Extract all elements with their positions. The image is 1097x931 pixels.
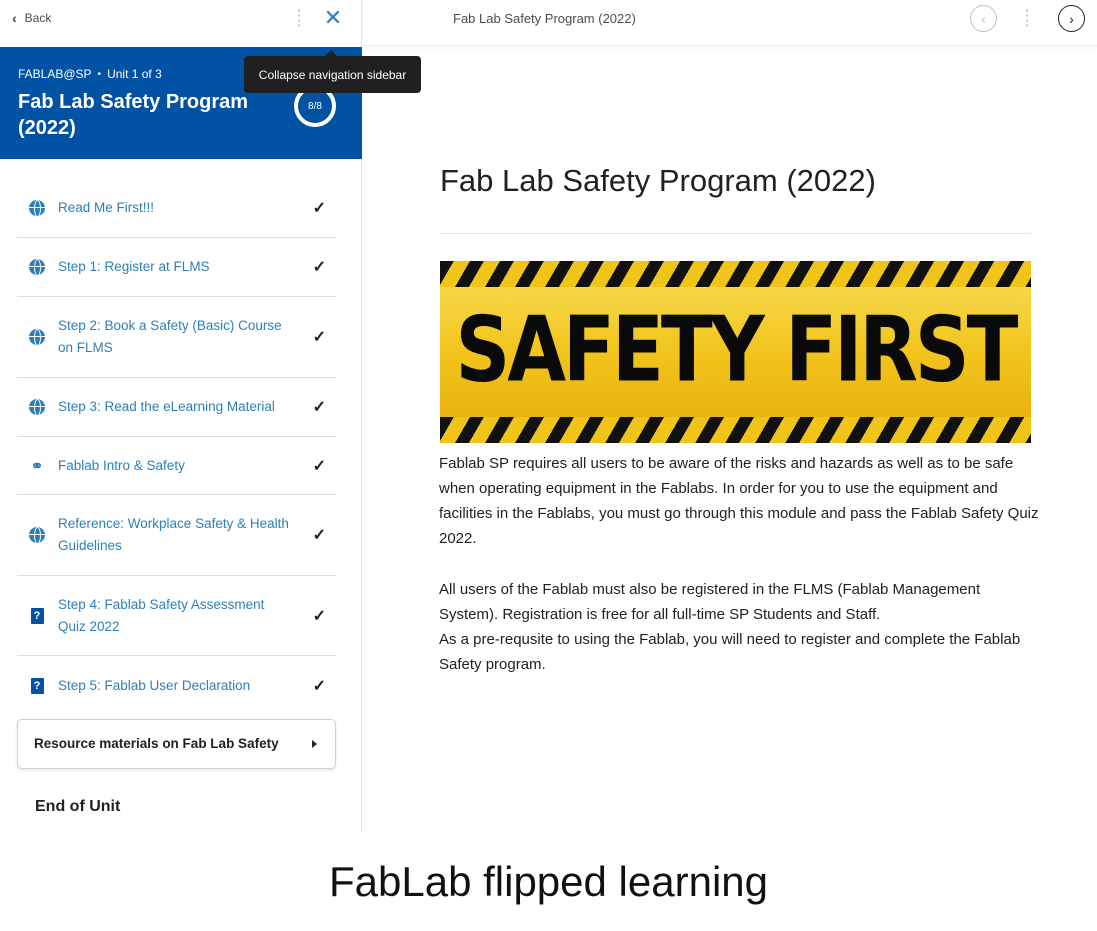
next-topic-button[interactable]: › (1058, 5, 1085, 32)
back-label: Back (24, 11, 52, 25)
title-divider (440, 233, 1031, 234)
toc-item-reference[interactable]: Reference: Workplace Safety & Health Gui… (17, 495, 336, 576)
checkmark-icon: ✓ (312, 259, 326, 276)
back-button[interactable]: ‹ Back (12, 10, 51, 26)
topbar-title: Fab Lab Safety Program (2022) (453, 11, 636, 26)
globe-icon (29, 399, 45, 415)
toc-item-step-3[interactable]: Step 3: Read the eLearning Material ✓ (17, 378, 336, 437)
hazard-stripe-top (440, 261, 1031, 287)
content-topbar: Fab Lab Safety Program (2022) ‹ › (363, 0, 1097, 46)
toc-item-step-4[interactable]: ? Step 4: Fablab Safety Assessment Quiz … (17, 576, 336, 656)
resource-section-button[interactable]: Resource materials on Fab Lab Safety (17, 719, 336, 769)
resource-section-label: Resource materials on Fab Lab Safety (34, 736, 279, 751)
intro-paragraph: Fablab SP requires all users to be aware… (439, 455, 1039, 547)
quiz-icon: ? (29, 678, 45, 694)
toc-item-label: Step 2: Book a Safety (Basic) Course on … (58, 318, 282, 355)
checkmark-icon: ✓ (312, 329, 326, 346)
navigation-sidebar: ‹ Back ✕ FABLAB@SP • Unit 1 of 3 Fab Lab… (0, 0, 362, 832)
collapse-sidebar-tooltip: Collapse navigation sidebar (244, 50, 421, 93)
checkmark-icon: ✓ (312, 457, 326, 475)
toc-item-label: Step 5: Fablab User Declaration (58, 678, 251, 693)
toc-item-label: Step 4: Fablab Safety Assessment Quiz 20… (58, 596, 265, 634)
registration-paragraph: All users of the Fablab must also be reg… (439, 581, 981, 623)
hazard-stripe-bottom (440, 417, 1031, 443)
toc-item-step-2[interactable]: Step 2: Book a Safety (Basic) Course on … (17, 297, 336, 378)
page-title: Fab Lab Safety Program (2022) (440, 163, 876, 198)
toc-item-label: Read Me First!!! (58, 200, 155, 215)
checkmark-icon: ✓ (312, 678, 326, 695)
end-of-unit-label: End of Unit (35, 798, 121, 815)
chevron-left-icon: ‹ (981, 10, 986, 27)
checkmark-icon: ✓ (312, 399, 326, 416)
toc-item-label: Fablab Intro & Safety (58, 457, 185, 473)
globe-icon (29, 329, 45, 345)
banner-text: SAFETY FIRST (455, 296, 1018, 402)
divider-dots (298, 8, 300, 28)
toc-item-intro-safety[interactable]: ⚭ Fablab Intro & Safety ✓ (17, 437, 336, 495)
sidebar-topbar: ‹ Back ✕ (0, 0, 362, 38)
toc-item-label: Reference: Workplace Safety & Health Gui… (58, 516, 289, 553)
quiz-icon: ? (29, 607, 45, 624)
globe-icon (29, 200, 45, 216)
unit-org: FABLAB@SP (18, 67, 92, 81)
checkmark-icon: ✓ (312, 200, 326, 217)
toc-item-label: Step 3: Read the eLearning Material (58, 399, 275, 414)
toc-item-step-1[interactable]: Step 1: Register at FLMS ✓ (17, 238, 336, 297)
prerequisite-paragraph: As a pre-requsite to using the Fablab, y… (439, 631, 1021, 673)
separator-dot: • (97, 68, 102, 80)
link-icon: ⚭ (30, 457, 44, 475)
unit-meta: FABLAB@SP • Unit 1 of 3 (18, 67, 162, 81)
checkmark-icon: ✓ (312, 607, 326, 625)
toc-item-label: Step 1: Register at FLMS (58, 259, 210, 274)
chevron-right-icon: › (1069, 10, 1074, 27)
caret-right-icon (312, 740, 317, 748)
globe-icon (29, 527, 45, 543)
checkmark-icon: ✓ (312, 527, 326, 544)
close-icon[interactable]: ✕ (320, 5, 346, 31)
chevron-left-icon: ‹ (12, 10, 17, 26)
figure-caption: FabLab flipped learning (329, 858, 768, 905)
globe-icon (29, 259, 45, 275)
toc-item-read-me[interactable]: Read Me First!!! ✓ (17, 179, 336, 238)
unit-index: Unit 1 of 3 (107, 67, 162, 81)
safety-first-banner: SAFETY FIRST (440, 261, 1031, 443)
registration-text: All users of the Fablab must also be reg… (439, 577, 1039, 677)
divider-dots (1026, 8, 1028, 28)
toc-item-step-5[interactable]: ? Step 5: Fablab User Declaration ✓ (17, 656, 336, 716)
table-of-contents: Read Me First!!! ✓ Step 1: Register at F… (17, 179, 336, 716)
previous-topic-button[interactable]: ‹ (970, 5, 997, 32)
unit-title: Fab Lab Safety Program (2022) (18, 91, 249, 139)
